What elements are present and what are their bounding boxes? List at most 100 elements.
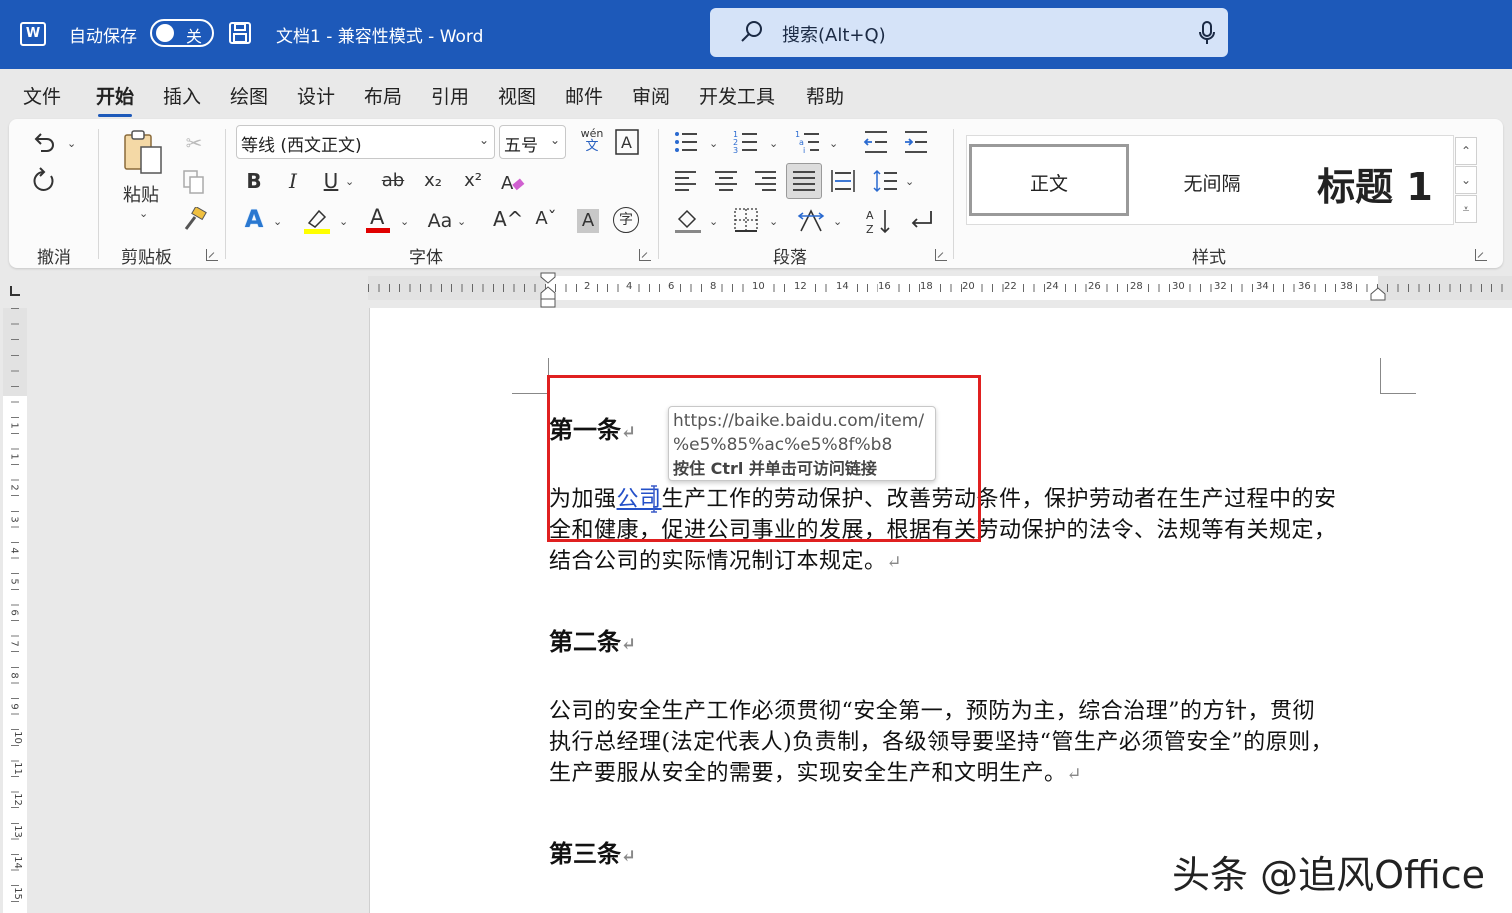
distributed-icon[interactable] <box>830 169 856 193</box>
heading-article-3[interactable]: 第三条↵ <box>549 834 636 869</box>
undo-dropdown-icon[interactable]: ⌄ <box>67 137 76 150</box>
underline-button[interactable]: U <box>320 169 342 193</box>
font-size-select[interactable]: 五号 ⌄ <box>499 125 566 159</box>
heading-article-2[interactable]: 第二条↵ <box>549 622 636 657</box>
multilevel-list-icon[interactable]: 1ai <box>795 129 821 155</box>
highlight-dropdown-icon[interactable]: ⌄ <box>339 215 348 228</box>
tab-developer[interactable]: 开发工具 <box>699 82 775 109</box>
chinese-layout-icon[interactable] <box>797 207 825 235</box>
vertical-ruler-number: 13 <box>11 824 23 838</box>
tab-home[interactable]: 开始 <box>96 82 134 117</box>
autosave-toggle[interactable]: 关 <box>150 19 214 47</box>
italic-button[interactable]: I <box>282 169 304 193</box>
numbering-dropdown-icon[interactable]: ⌄ <box>769 137 778 150</box>
paragraph-2[interactable]: 公司的安全生产工作必须贯彻“安全第一，预防为主，综合治理”的方针，贯彻 执行总经… <box>549 696 1409 790</box>
undo-icon[interactable] <box>31 129 57 155</box>
grow-font-button[interactable]: A^ <box>493 207 523 231</box>
tab-selector-icon[interactable] <box>10 286 20 296</box>
character-shading-button[interactable]: A <box>577 209 599 233</box>
format-painter-icon[interactable] <box>181 207 209 233</box>
style-heading-1[interactable]: 标题 1 <box>1297 144 1453 216</box>
tab-insert[interactable]: 插入 <box>163 82 201 109</box>
line-spacing-dropdown-icon[interactable]: ⌄ <box>905 175 914 188</box>
character-border-icon[interactable]: A <box>615 129 639 155</box>
ribbon-tabs: 文件 开始 插入 绘图 设计 布局 引用 视图 邮件 审阅 开发工具 帮助 <box>0 69 1512 119</box>
style-normal[interactable]: 正文 <box>969 144 1129 216</box>
document-title: 文档1 - 兼容性模式 - Word <box>276 27 484 47</box>
bold-button[interactable]: B <box>243 169 265 193</box>
paragraph-mark: ↵ <box>886 552 903 573</box>
font-name-select[interactable]: 等线 (西文正文) ⌄ <box>236 125 495 159</box>
line-spacing-icon[interactable] <box>872 169 898 193</box>
tab-draw[interactable]: 绘图 <box>230 82 268 109</box>
styles-more-icon[interactable]: ⩡ <box>1455 195 1477 223</box>
tab-file[interactable]: 文件 <box>23 82 61 109</box>
phonetic-guide-button[interactable]: wén 文 <box>578 127 606 153</box>
font-color-button[interactable]: A <box>365 205 391 235</box>
styles-scroll-up-icon[interactable]: ⌃ <box>1455 137 1477 165</box>
borders-icon[interactable] <box>733 207 759 233</box>
copy-icon[interactable] <box>181 169 207 195</box>
clipboard-launcher-icon[interactable] <box>206 249 218 261</box>
align-right-icon[interactable] <box>753 169 777 193</box>
justify-icon <box>793 171 815 191</box>
tab-references[interactable]: 引用 <box>431 82 469 109</box>
increase-indent-icon[interactable] <box>903 129 929 155</box>
multilevel-dropdown-icon[interactable]: ⌄ <box>829 137 838 150</box>
font-launcher-icon[interactable] <box>639 249 651 261</box>
tab-review[interactable]: 审阅 <box>632 82 670 109</box>
highlight-icon[interactable] <box>303 207 331 235</box>
styles-launcher-icon[interactable] <box>1475 249 1487 261</box>
change-case-dropdown-icon[interactable]: ⌄ <box>457 215 466 228</box>
subscript-button[interactable]: x₂ <box>421 169 445 193</box>
enclose-characters-button[interactable]: 字 <box>613 207 639 233</box>
save-icon[interactable] <box>228 21 252 45</box>
numbering-icon[interactable]: 123 <box>733 129 759 155</box>
tab-mailings[interactable]: 邮件 <box>565 82 603 109</box>
align-center-icon[interactable] <box>714 169 738 193</box>
clear-formatting-icon[interactable]: A <box>499 169 527 195</box>
paragraph-launcher-icon[interactable] <box>935 249 947 261</box>
ruler-number: 6 <box>668 281 675 292</box>
style-no-spacing-label: 无间隔 <box>1183 173 1241 195</box>
tab-layout[interactable]: 布局 <box>364 82 402 109</box>
ruler-number: 20 <box>962 281 975 292</box>
styles-scroll-down-icon[interactable]: ⌄ <box>1455 166 1477 194</box>
justify-button[interactable] <box>786 163 822 199</box>
bullets-icon[interactable] <box>673 129 699 155</box>
vertical-ruler-number: 8 <box>8 671 20 679</box>
font-color-dropdown-icon[interactable]: ⌄ <box>400 215 409 228</box>
paste-dropdown-icon[interactable]: ⌄ <box>139 207 148 220</box>
autosave-state: 关 <box>186 27 203 46</box>
superscript-button[interactable]: x² <box>461 169 485 193</box>
align-left-icon[interactable] <box>674 169 698 193</box>
underline-dropdown-icon[interactable]: ⌄ <box>345 175 354 188</box>
text-effects-dropdown-icon[interactable]: ⌄ <box>273 215 282 228</box>
tab-design[interactable]: 设计 <box>297 82 335 109</box>
decrease-indent-icon[interactable] <box>863 129 889 155</box>
text-effects-button[interactable]: A <box>241 207 267 231</box>
group-divider <box>658 129 659 259</box>
search-box[interactable]: 搜索(Alt+Q) <box>710 8 1228 57</box>
strikethrough-button[interactable]: ab <box>379 169 407 193</box>
cut-icon[interactable]: ✂ <box>181 131 207 155</box>
style-no-spacing[interactable]: 无间隔 <box>1137 144 1287 216</box>
paste-label[interactable]: 粘贴 <box>123 181 159 207</box>
change-case-button[interactable]: Aa <box>425 209 455 233</box>
shading-icon[interactable] <box>674 207 702 235</box>
redo-icon[interactable] <box>31 167 57 195</box>
shading-dropdown-icon[interactable]: ⌄ <box>709 215 718 228</box>
right-indent-marker-icon[interactable] <box>1370 286 1386 302</box>
tab-help[interactable]: 帮助 <box>806 82 844 109</box>
tab-view[interactable]: 视图 <box>498 82 536 109</box>
sort-icon[interactable]: AZ <box>865 207 893 235</box>
indent-marker-icon[interactable] <box>540 272 556 308</box>
microphone-icon[interactable] <box>1198 21 1216 45</box>
show-marks-icon[interactable] <box>907 207 935 235</box>
vertical-ruler[interactable]: 112345678910111213141516 <box>3 308 27 913</box>
paste-icon[interactable] <box>121 129 167 177</box>
chinese-layout-dropdown-icon[interactable]: ⌄ <box>833 215 842 228</box>
borders-dropdown-icon[interactable]: ⌄ <box>769 215 778 228</box>
bullets-dropdown-icon[interactable]: ⌄ <box>709 137 718 150</box>
shrink-font-button[interactable]: Aˇ <box>533 207 559 231</box>
